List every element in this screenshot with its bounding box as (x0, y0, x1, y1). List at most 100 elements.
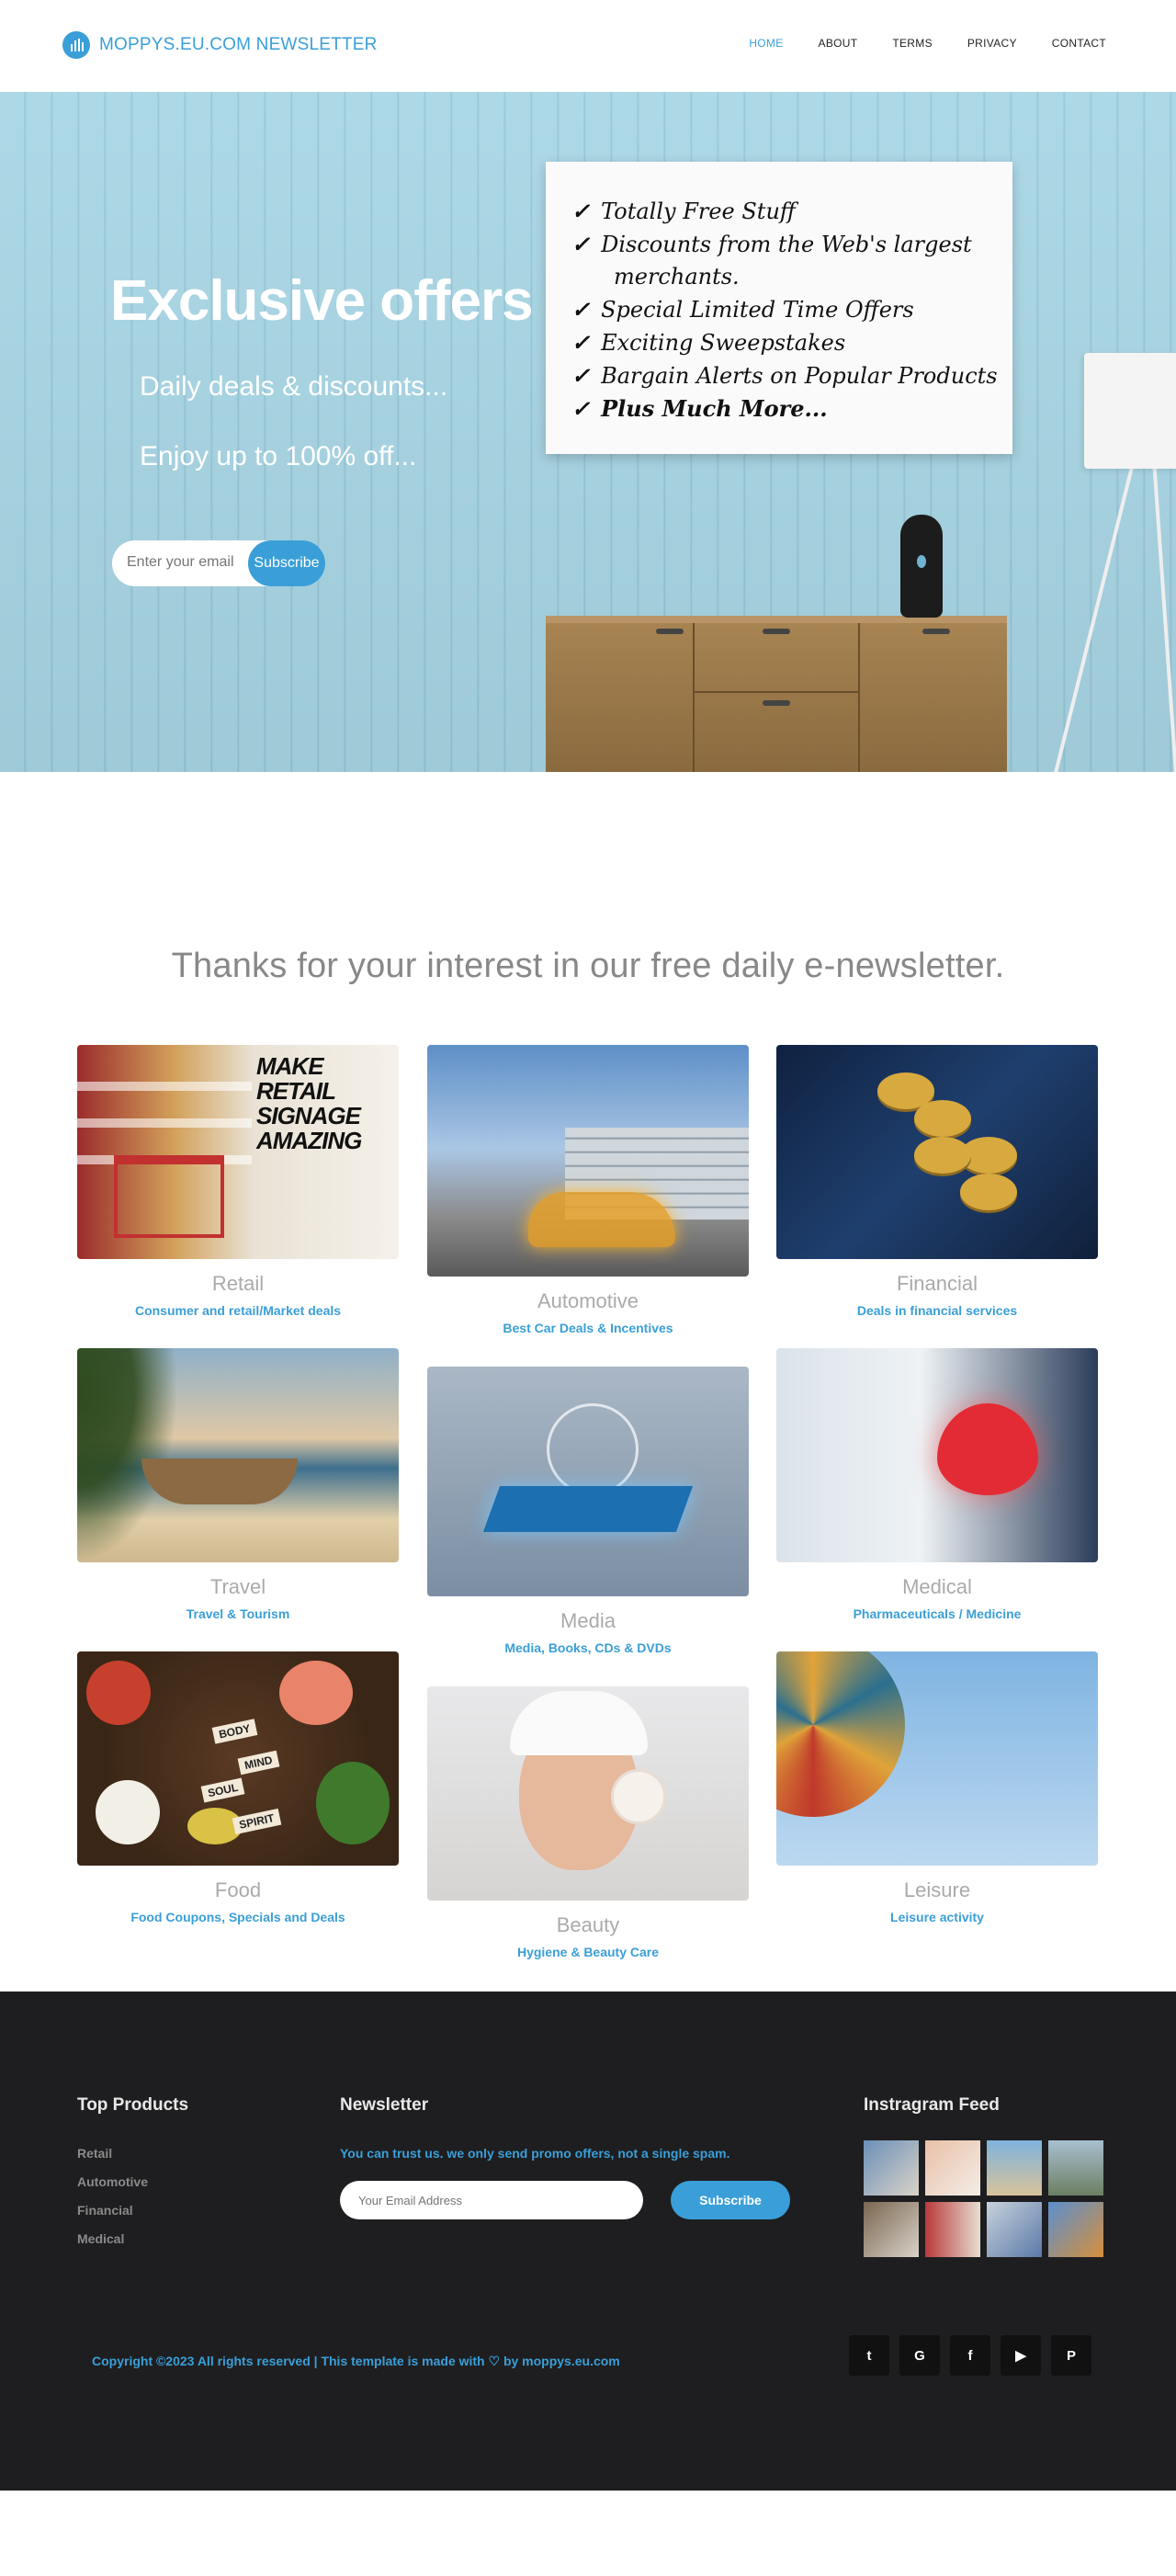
footer-link-retail[interactable]: Retail (77, 2146, 112, 2161)
footer-link-automotive[interactable]: Automotive (77, 2174, 148, 2189)
category-subtitle[interactable]: Deals in financial services (776, 1303, 1098, 1318)
instagram-thumb[interactable] (1048, 2140, 1103, 2196)
category-subtitle[interactable]: Pharmaceuticals / Medicine (776, 1606, 1098, 1621)
site-header: MOPPYS.EU.COM NEWSLETTER HOME ABOUT TERM… (0, 0, 1176, 92)
instagram-thumb[interactable] (987, 2202, 1042, 2257)
retail-image-text: MAKE RETAIL SIGNAGE AMAZING (256, 1052, 362, 1154)
tablet-icon (482, 1486, 694, 1532)
hero-subscribe-button[interactable]: Subscribe (248, 540, 325, 586)
hero-subtitle: Enjoy up to 100% off... (140, 441, 417, 471)
copyright-text: Copyright ©2023 All rights reserved | Th… (92, 2354, 620, 2368)
instagram-thumb[interactable] (864, 2202, 919, 2257)
food-image: BODY MIND SOUL SPIRIT (77, 1651, 399, 1866)
category-card-retail[interactable]: MAKE RETAIL SIGNAGE AMAZING Retail Consu… (77, 1045, 399, 1318)
medical-image (776, 1348, 1098, 1562)
food-tag: MIND (237, 1750, 280, 1776)
hammock-icon (141, 1458, 298, 1504)
board-line: merchants. (614, 264, 740, 289)
food-tag: BODY (211, 1719, 258, 1744)
nav-privacy[interactable]: PRIVACY (967, 37, 1017, 50)
category-title: Medical (902, 1575, 972, 1598)
footer-newsletter-note: You can trust us. we only send promo off… (340, 2146, 730, 2161)
board-line: ✓ Plus Much More... (571, 395, 828, 422)
board-line: ✓ Totally Free Stuff (571, 198, 796, 224)
google-icon[interactable]: G (899, 2335, 940, 2376)
cotton-pad-icon (611, 1769, 666, 1824)
board-line: ✓ Special Limited Time Offers (571, 296, 914, 323)
category-card-medical[interactable]: Medical Pharmaceuticals / Medicine (776, 1348, 1098, 1621)
category-subtitle[interactable]: Hygiene & Beauty Care (427, 1945, 749, 1959)
leisure-image (776, 1651, 1098, 1866)
footer-top-products-title: Top Products (77, 2095, 189, 2115)
instagram-thumb[interactable] (864, 2140, 919, 2196)
heart-icon (937, 1403, 1038, 1495)
instagram-feed (864, 2140, 1103, 2257)
financial-image (776, 1045, 1098, 1259)
board-line: ✓ Exciting Sweepstakes (571, 329, 846, 356)
category-subtitle[interactable]: Media, Books, CDs & DVDs (427, 1640, 749, 1655)
nav-about[interactable]: ABOUT (819, 37, 858, 50)
brand-link[interactable]: MOPPYS.EU.COM NEWSLETTER (62, 31, 378, 59)
footer-link-medical[interactable]: Medical (77, 2231, 124, 2246)
category-subtitle[interactable]: Leisure activity (776, 1910, 1098, 1924)
hero-section: ✓ Totally Free Stuff ✓ Discounts from the … (0, 92, 1176, 772)
category-title: Food (214, 1878, 262, 1901)
category-subtitle[interactable]: Travel & Tourism (77, 1606, 399, 1621)
twitter-icon[interactable]: t (849, 2335, 889, 2376)
footer-subscribe-button[interactable]: Subscribe (671, 2181, 790, 2219)
category-card-travel[interactable]: Travel Travel & Tourism (77, 1348, 399, 1621)
footer-link-financial[interactable]: Financial (77, 2203, 133, 2218)
swing-ride-icon (776, 1651, 905, 1817)
category-title: Travel (209, 1575, 266, 1598)
retail-image: MAKE RETAIL SIGNAGE AMAZING (77, 1045, 399, 1259)
main-nav: HOME ABOUT TERMS PRIVACY CONTACT (714, 37, 1106, 50)
hero-subscribe-form: Subscribe (112, 540, 325, 586)
category-title: Automotive (537, 1289, 639, 1312)
instagram-thumb[interactable] (1048, 2202, 1103, 2257)
food-tag: SOUL (200, 1777, 245, 1803)
category-card-automotive[interactable]: Automotive Best Car Deals & Incentives (427, 1045, 749, 1335)
youtube-icon[interactable]: ▶ (1001, 2335, 1041, 2376)
category-title: Media (560, 1609, 616, 1632)
brand-name: MOPPYS.EU.COM NEWSLETTER (99, 35, 378, 54)
car-icon (528, 1192, 675, 1247)
nav-contact[interactable]: CONTACT (1052, 37, 1106, 50)
footer-email-input[interactable] (340, 2181, 643, 2219)
category-title: Leisure (903, 1878, 971, 1901)
category-card-beauty[interactable]: Beauty Hygiene & Beauty Care (427, 1686, 749, 1959)
travel-image (77, 1348, 399, 1562)
category-grid: MAKE RETAIL SIGNAGE AMAZING Retail Consu… (0, 1045, 1176, 1992)
category-card-food[interactable]: BODY MIND SOUL SPIRIT Food Food Coupons,… (77, 1651, 399, 1924)
nav-home[interactable]: HOME (749, 37, 783, 50)
category-subtitle[interactable]: Best Car Deals & Incentives (427, 1321, 749, 1335)
pinterest-icon[interactable]: P (1051, 2335, 1091, 2376)
instagram-thumb[interactable] (987, 2140, 1042, 2196)
offers-board: ✓ Totally Free Stuff ✓ Discounts from the … (546, 162, 1012, 454)
category-subtitle[interactable]: Food Coupons, Specials and Deals (77, 1910, 399, 1924)
category-title: Retail (211, 1272, 265, 1295)
instagram-thumb[interactable] (925, 2202, 980, 2257)
footer-newsletter-title: Newsletter (340, 2095, 429, 2115)
instagram-thumb[interactable] (925, 2140, 980, 2196)
category-card-leisure[interactable]: Leisure Leisure activity (776, 1651, 1098, 1924)
board-line: ✓ Bargain Alerts on Popular Products (571, 362, 998, 389)
media-image (427, 1367, 749, 1596)
social-links: t G f ▶ P (849, 2335, 1091, 2376)
statue-image (900, 515, 943, 618)
hero-email-input[interactable] (127, 554, 265, 571)
beauty-image (427, 1686, 749, 1901)
category-title: Beauty (556, 1913, 620, 1936)
brand-logo-icon (62, 31, 90, 59)
category-card-financial[interactable]: Financial Deals in financial services (776, 1045, 1098, 1318)
food-tag: SPIRIT (232, 1808, 281, 1835)
lamp-shade (1084, 353, 1176, 469)
intro-heading: Thanks for your interest in our free dai… (171, 947, 1005, 985)
category-card-media[interactable]: Media Media, Books, CDs & DVDs (427, 1367, 749, 1655)
category-subtitle[interactable]: Consumer and retail/Market deals (77, 1303, 399, 1318)
cart-icon (114, 1155, 224, 1238)
dresser-image (546, 616, 1007, 772)
facebook-icon[interactable]: f (950, 2335, 990, 2376)
footer-instagram-title: Instragram Feed (864, 2095, 1000, 2115)
automotive-image (427, 1045, 749, 1277)
nav-terms[interactable]: TERMS (892, 37, 933, 50)
